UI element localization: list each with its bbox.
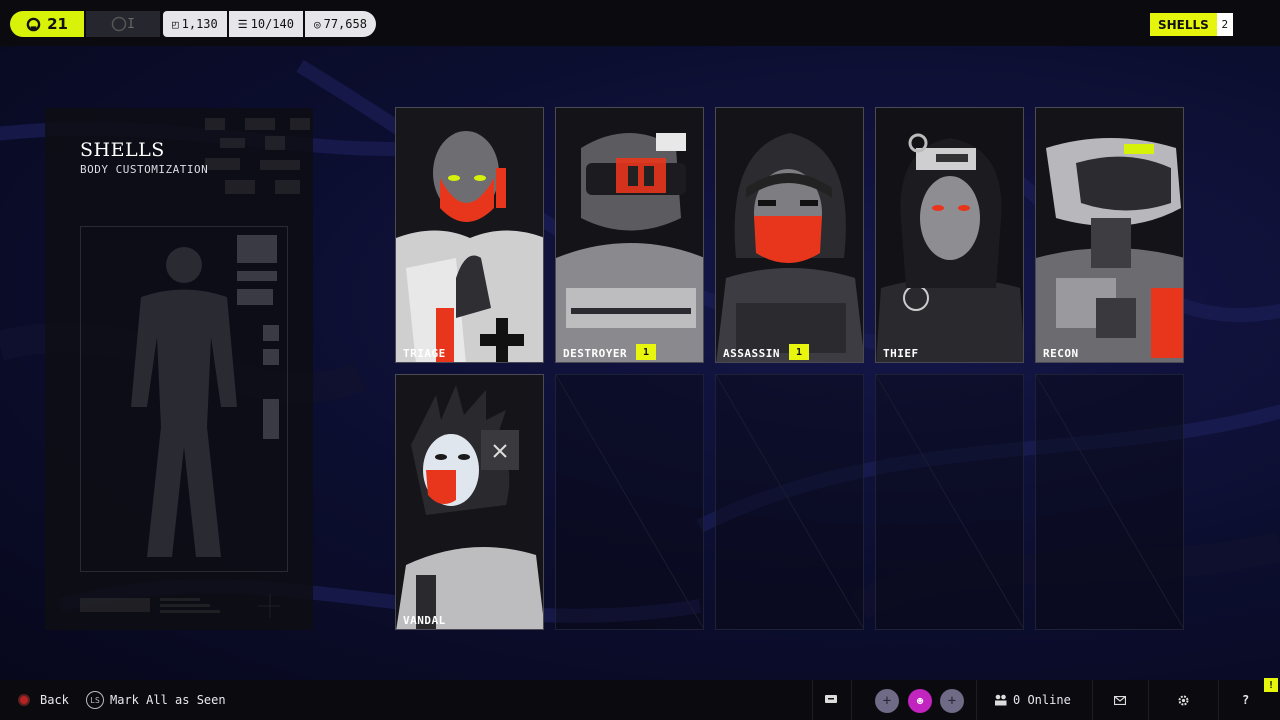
currency-value: 1,130 <box>181 17 218 31</box>
box-icon: ◰ <box>172 17 179 31</box>
notification-alert-icon[interactable]: ! <box>1264 678 1278 692</box>
plus-icon: + <box>882 693 892 709</box>
new-badge: 1 <box>636 344 656 360</box>
plus-icon: + <box>947 693 957 709</box>
mark-all-seen-button[interactable]: LS Mark All as Seen <box>86 680 226 720</box>
empty-shell-slot <box>1035 374 1184 630</box>
body-silhouette <box>131 235 279 557</box>
shell-info-panel: SHELLS BODY CUSTOMIZATION <box>45 108 313 630</box>
shell-card-thief[interactable]: THIEF <box>875 107 1024 363</box>
player-avatar[interactable]: ☻ <box>908 689 932 713</box>
chat-icon <box>825 695 837 703</box>
shell-name: THIEF <box>883 347 919 360</box>
mail-button[interactable] <box>1114 680 1126 720</box>
divider <box>1148 680 1149 720</box>
top-bar: 21 I ◰ 1,130 ☰ 10/140 ◎ 77,658 SHELLS 2 <box>0 0 1280 46</box>
slot-diagonal <box>1036 375 1183 629</box>
empty-shell-slot <box>715 374 864 630</box>
chat-button[interactable] <box>825 680 837 720</box>
body-preview-frame <box>80 226 288 572</box>
recon-portrait <box>1036 108 1183 362</box>
empty-shell-slot <box>555 374 704 630</box>
gear-icon <box>1178 695 1189 705</box>
currency-item[interactable]: ◰ 1,130 <box>163 11 227 37</box>
add-party-member-button[interactable]: + <box>875 689 899 713</box>
slot-diagonal <box>716 375 863 629</box>
divider <box>1218 680 1219 720</box>
divider <box>851 680 852 720</box>
list-icon: ☰ <box>237 17 248 31</box>
currency-value: 10/140 <box>250 17 294 31</box>
avatar-icon: ☻ <box>916 694 924 708</box>
status-text: I <box>127 16 135 32</box>
shells-header-badge: SHELLS 2 <box>1150 13 1233 36</box>
player-level-badge[interactable]: 21 <box>10 11 84 37</box>
shell-name: ASSASSIN <box>723 347 780 360</box>
online-friends-button[interactable]: 0 Online <box>994 680 1071 720</box>
currency-group: ◰ 1,130 ☰ 10/140 ◎ 77,658 <box>163 11 376 37</box>
back-button[interactable]: Back <box>18 680 69 720</box>
currency-item[interactable]: ☰ 10/140 <box>228 11 303 37</box>
mark-all-label: Mark All as Seen <box>110 693 226 707</box>
panel-title: SHELLS <box>80 139 165 161</box>
triage-portrait <box>396 108 543 362</box>
people-icon <box>995 694 1007 706</box>
thief-portrait <box>876 108 1023 362</box>
shell-name: TRIAGE <box>403 347 446 360</box>
divider <box>976 680 977 720</box>
destroyer-portrait <box>556 108 703 362</box>
currency-value: 77,658 <box>323 17 367 31</box>
shell-name: VANDAL <box>403 614 446 627</box>
mail-icon <box>1114 695 1126 705</box>
help-button[interactable]: ? <box>1242 680 1249 720</box>
question-icon: ? <box>1242 693 1250 707</box>
assassin-portrait <box>716 108 863 362</box>
shell-name: RECON <box>1043 347 1079 360</box>
vandal-portrait <box>396 375 543 629</box>
currency-item[interactable]: ◎ 77,658 <box>304 11 376 37</box>
online-count-label: 0 Online <box>1013 693 1071 707</box>
shell-name: DESTROYER <box>563 347 628 360</box>
shell-card-assassin[interactable]: ASSASSIN 1 <box>715 107 864 363</box>
shell-card-vandal[interactable]: VANDAL <box>395 374 544 630</box>
shell-card-destroyer[interactable]: DESTROYER 1 <box>555 107 704 363</box>
coin-icon: ◎ <box>313 17 321 31</box>
pattern-decoration <box>205 118 310 194</box>
slot-diagonal <box>876 375 1023 629</box>
status-pill[interactable]: I <box>86 11 160 37</box>
footer-decoration <box>80 594 280 618</box>
circle-button-icon <box>18 694 30 706</box>
shells-badge-label: SHELLS <box>1150 13 1217 36</box>
divider <box>1092 680 1093 720</box>
divider <box>812 680 813 720</box>
settings-button[interactable] <box>1177 680 1190 720</box>
add-party-member-button[interactable]: + <box>940 689 964 713</box>
bottom-bar: Back LS Mark All as Seen + ☻ + 0 Online <box>0 680 1280 720</box>
status-ring-icon <box>111 16 127 32</box>
headset-icon <box>26 17 41 31</box>
back-label: Back <box>40 693 69 707</box>
shell-card-recon[interactable]: RECON <box>1035 107 1184 363</box>
slot-diagonal <box>556 375 703 629</box>
new-badge: 1 <box>789 344 809 360</box>
shell-card-triage[interactable]: TRIAGE <box>395 107 544 363</box>
shells-badge-count: 2 <box>1216 13 1233 36</box>
panel-subtitle: BODY CUSTOMIZATION <box>80 163 209 176</box>
ls-button-icon: LS <box>86 691 104 709</box>
empty-shell-slot <box>875 374 1024 630</box>
player-level: 21 <box>47 15 68 33</box>
